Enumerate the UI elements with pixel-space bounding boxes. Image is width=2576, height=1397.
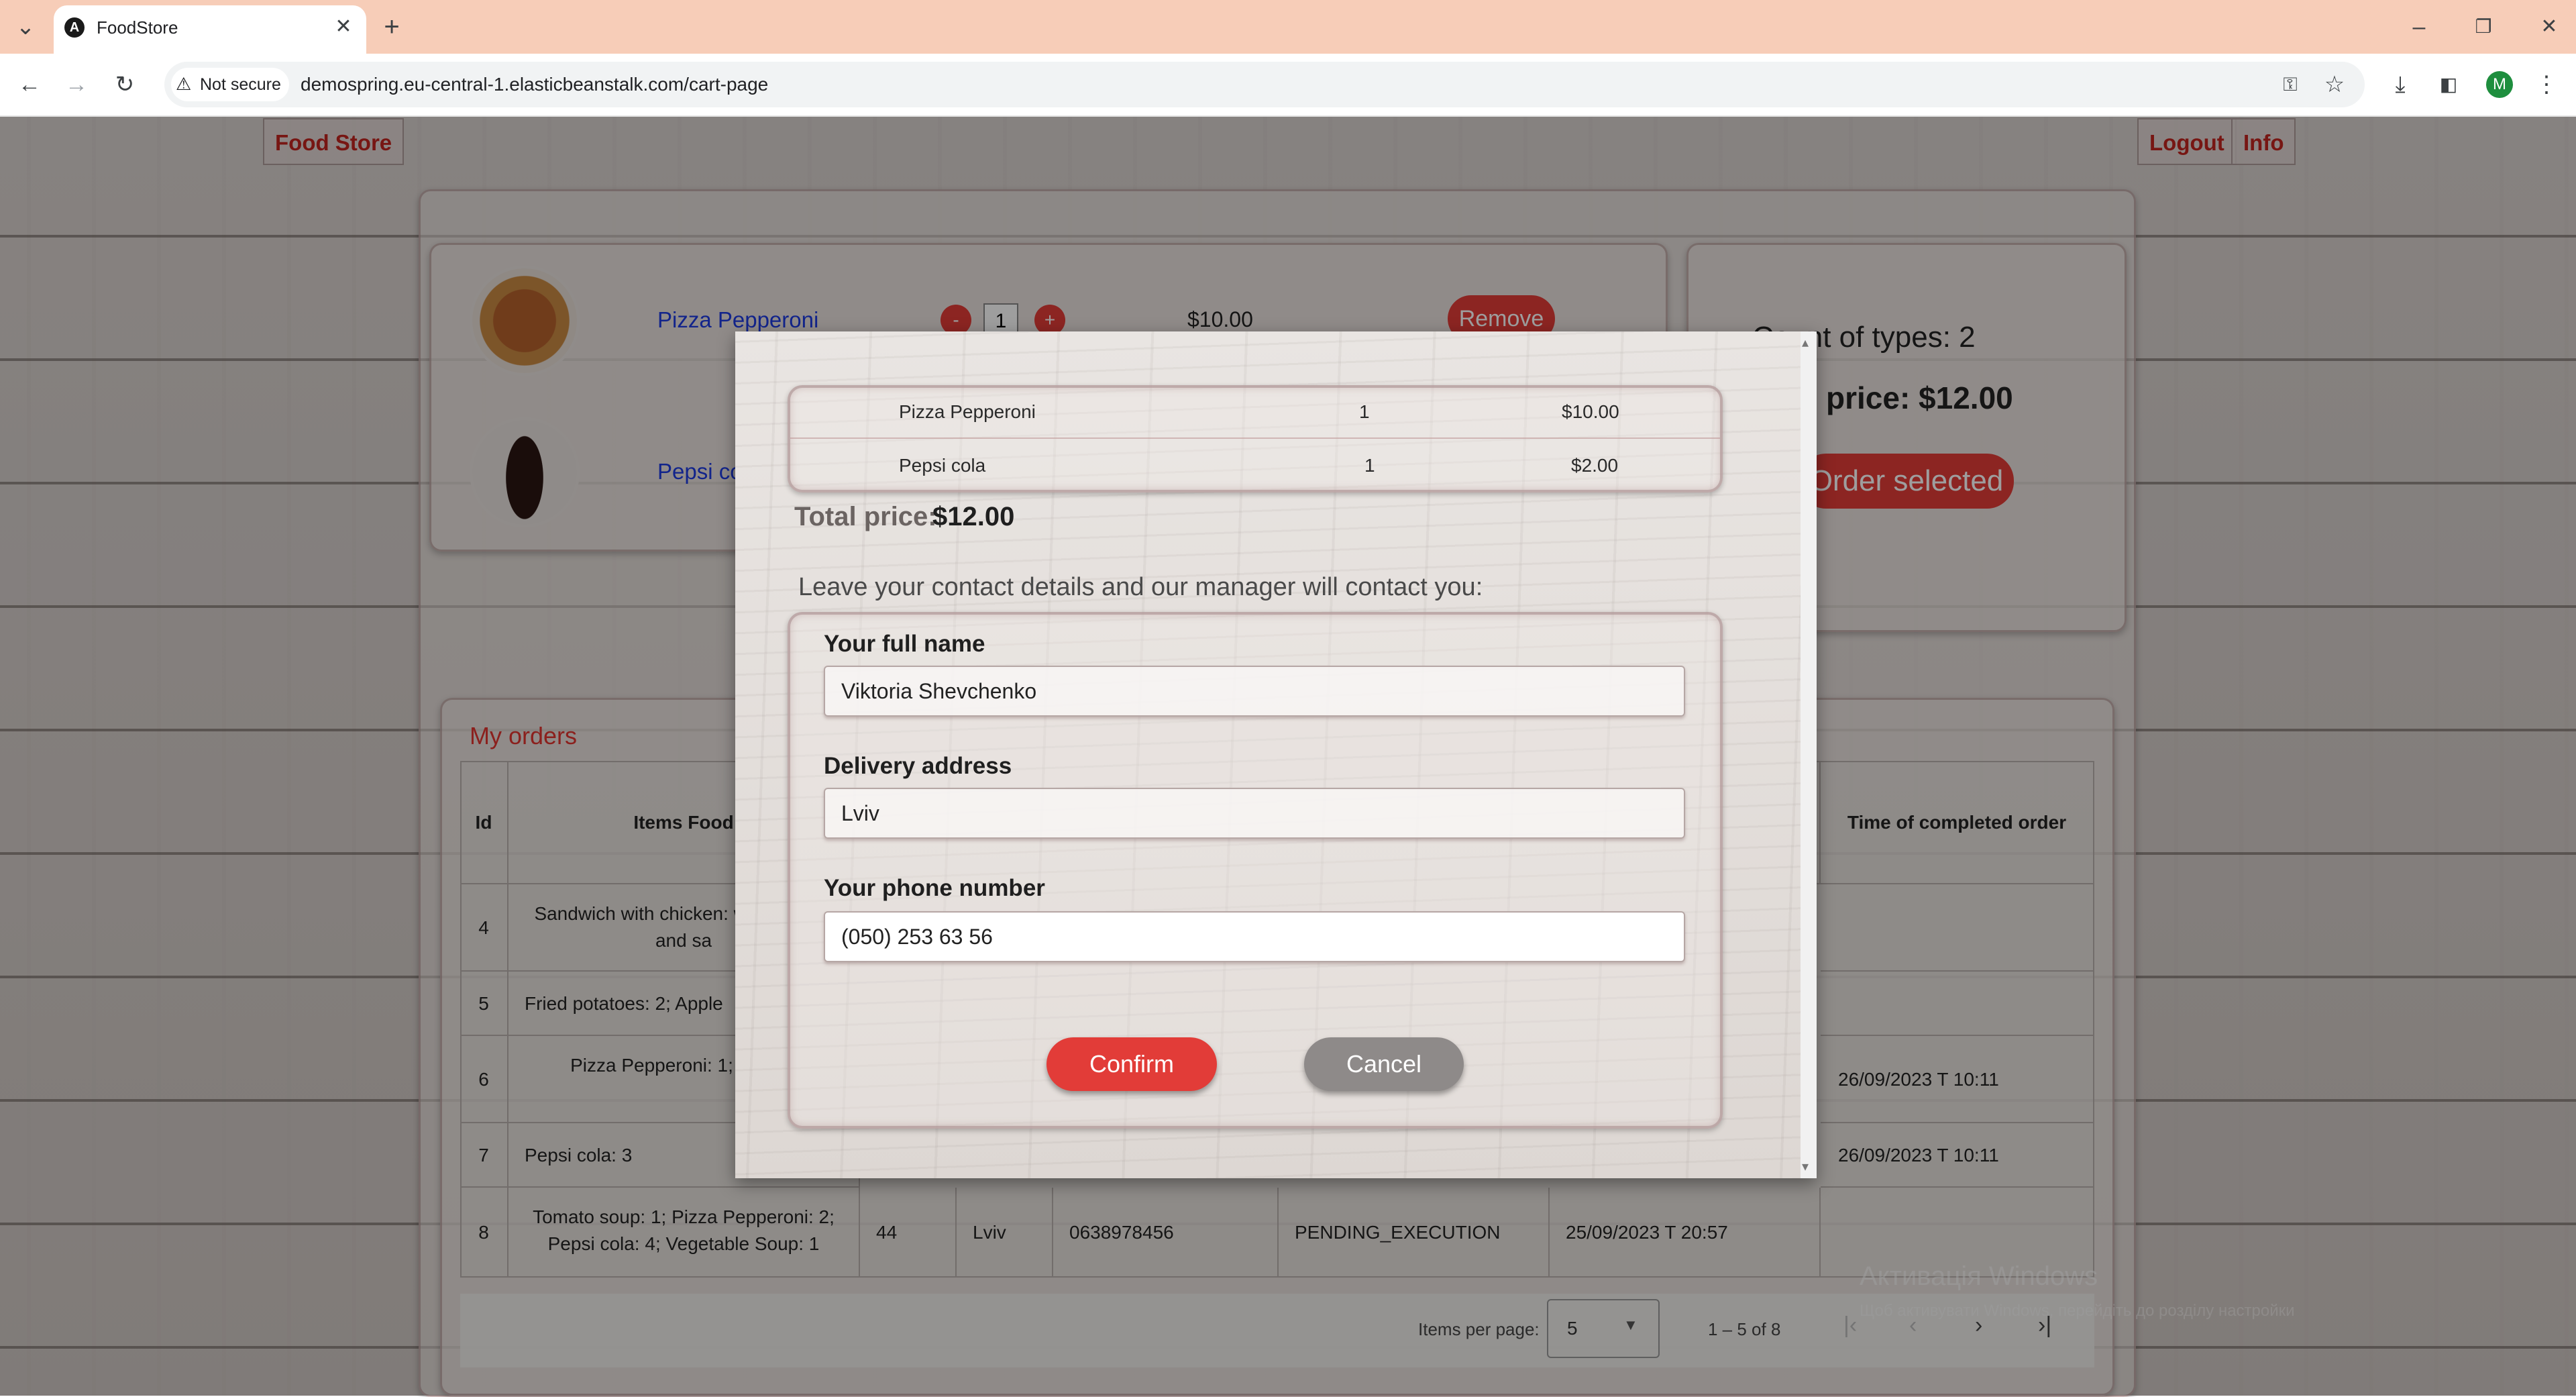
- phone-number-label: Your phone number: [824, 875, 1045, 901]
- dialog-item-price: $10.00: [1562, 401, 1619, 422]
- security-label: Not secure: [200, 75, 281, 94]
- scroll-down-icon[interactable]: ▾: [1802, 1158, 1809, 1175]
- warning-triangle-icon: ⚠: [176, 74, 192, 94]
- full-name-label: Your full name: [824, 631, 985, 657]
- dialog-total-label: Total price:: [794, 502, 937, 531]
- minimize-icon[interactable]: –: [2399, 7, 2439, 47]
- download-icon[interactable]: ⤓: [2380, 64, 2420, 105]
- restore-icon[interactable]: ❐: [2463, 7, 2504, 47]
- dialog-item-qty: 1: [1364, 455, 1375, 476]
- url-text[interactable]: demospring.eu-central-1.elasticbeanstalk…: [301, 74, 768, 95]
- angular-favicon-icon: A: [64, 17, 85, 38]
- dialog-scrollbar[interactable]: [1801, 331, 1817, 1178]
- items-divider: [790, 437, 1720, 439]
- dialog-item-qty: 1: [1359, 401, 1370, 422]
- delivery-address-input[interactable]: Lviv: [824, 788, 1685, 839]
- forward-arrow-icon[interactable]: →: [56, 64, 97, 105]
- dialog-item-price: $2.00: [1571, 455, 1619, 476]
- menu-kebab-icon[interactable]: ⋮: [2526, 64, 2567, 105]
- phone-number-input[interactable]: (050) 253 63 56: [824, 911, 1685, 962]
- confirm-button[interactable]: Confirm: [1046, 1037, 1217, 1091]
- reload-icon[interactable]: ↻: [105, 64, 145, 105]
- full-name-input[interactable]: Viktoria Shevchenko: [824, 666, 1685, 717]
- bookmark-star-icon[interactable]: ☆: [2314, 64, 2355, 105]
- profile-avatar[interactable]: M: [2486, 71, 2513, 98]
- window-close-icon[interactable]: ✕: [2529, 7, 2569, 47]
- scroll-up-icon[interactable]: ▴: [1802, 334, 1809, 351]
- password-key-icon[interactable]: ⚿: [2270, 64, 2310, 105]
- side-panel-icon[interactable]: ◧: [2428, 64, 2469, 105]
- tab-title: FoodStore: [97, 17, 178, 38]
- new-tab-plus-icon[interactable]: +: [372, 7, 412, 47]
- back-arrow-icon[interactable]: ←: [9, 64, 50, 105]
- dialog-total-value: $12.00: [932, 502, 1015, 531]
- dialog-item-name: Pepsi cola: [899, 455, 986, 476]
- tab-close-icon[interactable]: ✕: [323, 7, 364, 47]
- delivery-address-label: Delivery address: [824, 753, 1012, 779]
- tab-search-chevron-icon[interactable]: ⌄: [5, 7, 46, 47]
- contact-prompt: Leave your contact details and our manag…: [798, 573, 1483, 601]
- dialog-item-name: Pizza Pepperoni: [899, 401, 1036, 422]
- cancel-button[interactable]: Cancel: [1304, 1037, 1464, 1091]
